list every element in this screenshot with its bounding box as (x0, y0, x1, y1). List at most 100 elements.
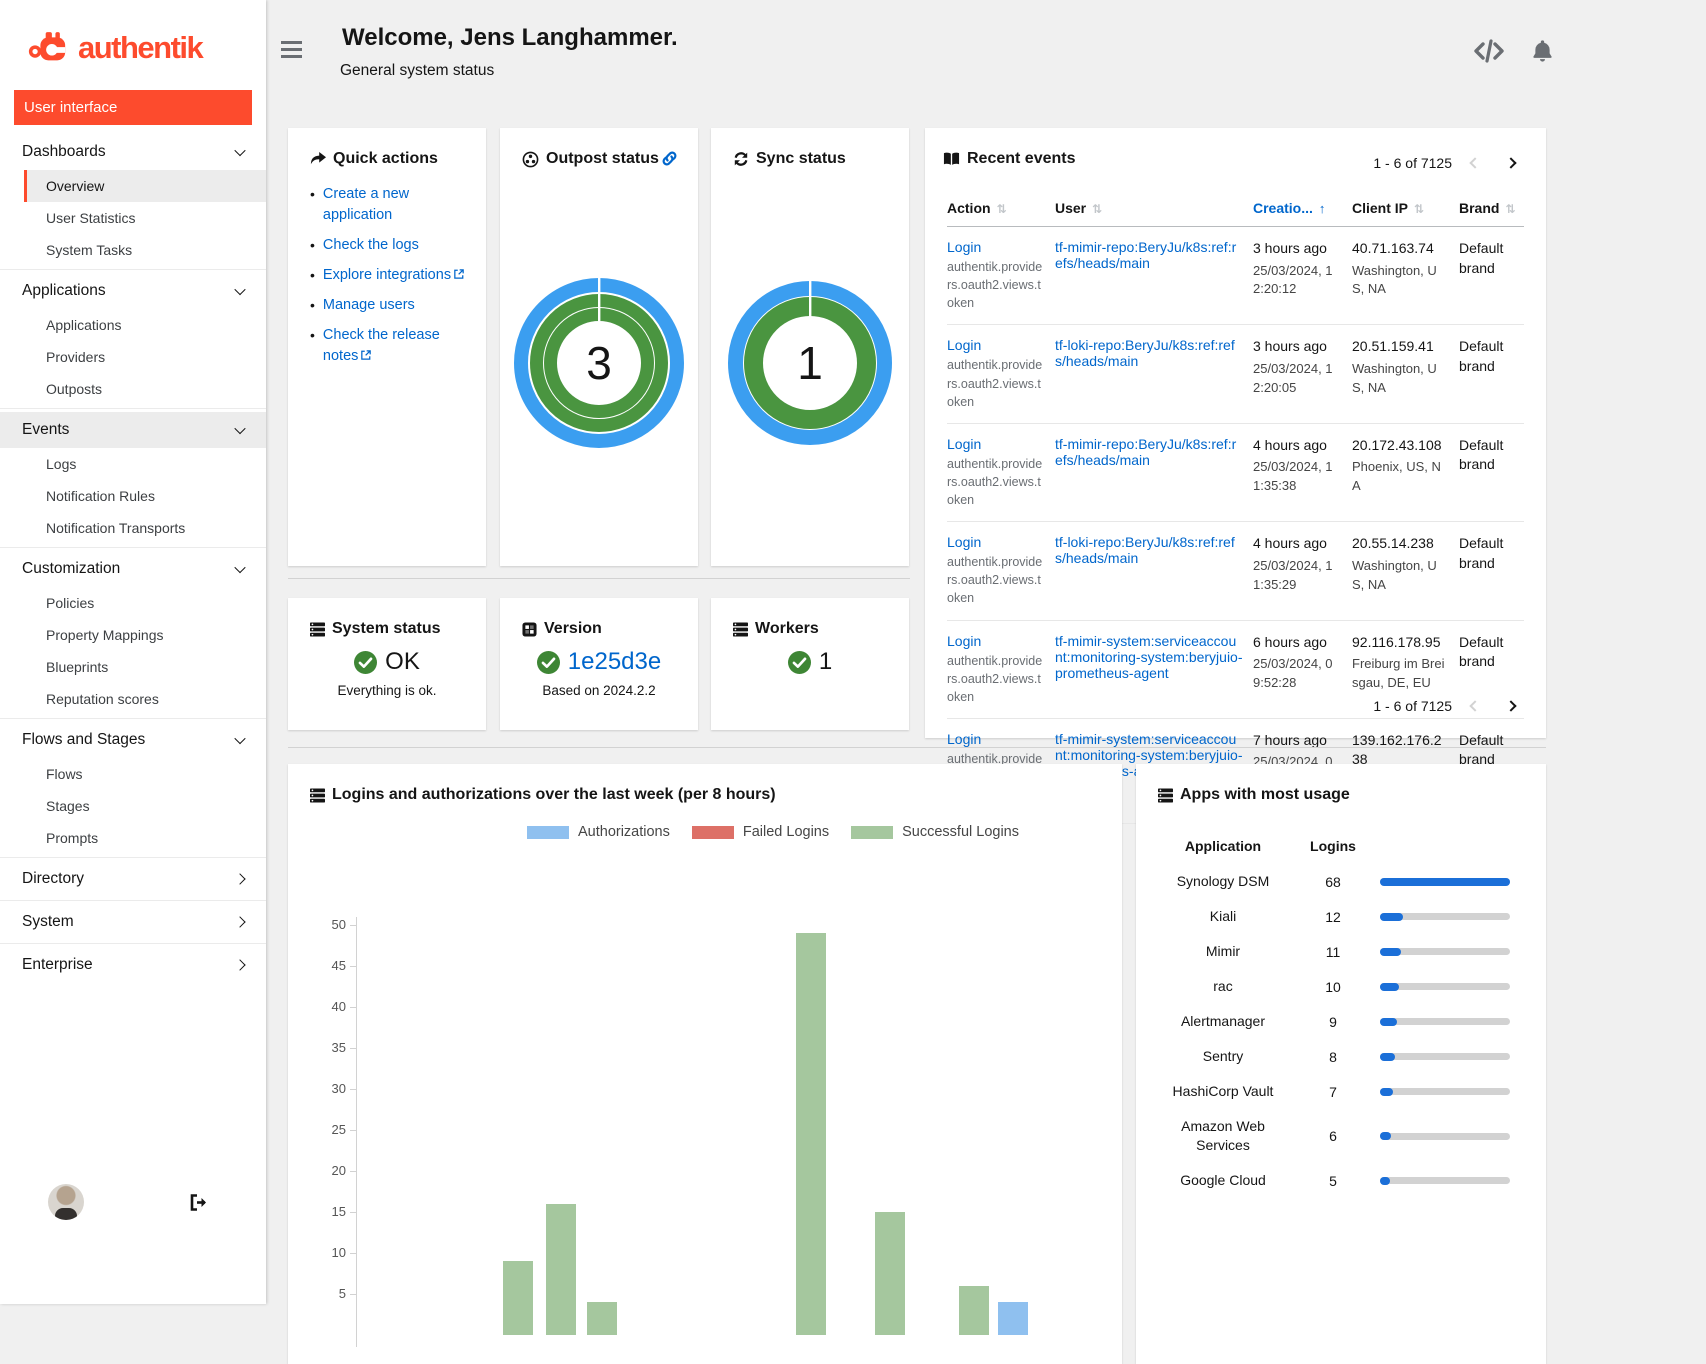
logins-chart-card: Logins and authorizations over the last … (288, 764, 1122, 1364)
version-link[interactable]: 1e25d3e (568, 648, 661, 676)
sidebar-item-providers[interactable]: Providers (0, 341, 266, 373)
event-action-context: authentik.providers.oauth2.views.token (947, 553, 1045, 607)
quick-actions-list: • Create a new application • Check the l… (288, 168, 486, 367)
event-action-link[interactable]: Login (947, 731, 981, 747)
release-notes-link[interactable]: Check the release notes (323, 327, 440, 364)
event-location: Phoenix, US, NA (1352, 458, 1449, 496)
column-header-action[interactable]: Action⇅ (947, 200, 1055, 216)
sidebar-item-system-tasks[interactable]: System Tasks (0, 234, 266, 266)
sidebar-item-overview[interactable]: Overview (24, 170, 266, 202)
bundle-icon (522, 622, 537, 637)
chevron-right-icon (234, 873, 245, 884)
sidebar-section-customization[interactable]: Customization (0, 551, 266, 587)
notifications-bell-icon[interactable] (1533, 40, 1552, 62)
event-user-link[interactable]: tf-mimir-system:serviceaccount:monitorin… (1055, 633, 1243, 681)
usage-bar-fill (1380, 983, 1399, 991)
explore-integrations-link[interactable]: Explore integrations (323, 267, 451, 283)
sidebar-item-logs[interactable]: Logs (0, 448, 266, 480)
chevron-left-icon (1469, 157, 1480, 168)
app-name: Google Cloud (1160, 1171, 1286, 1190)
sidebar-section-events[interactable]: Events (0, 412, 266, 448)
sidebar-section-dashboards[interactable]: Dashboards (0, 134, 266, 170)
y-axis-tick-label: 15 (288, 1204, 346, 1219)
system-status-detail: Everything is ok. (288, 683, 486, 698)
pagination-prev-button[interactable] (1462, 150, 1488, 176)
y-axis-tick-mark (350, 1089, 356, 1090)
event-action-link[interactable]: Login (947, 534, 981, 550)
usage-bar-fill (1380, 1053, 1395, 1061)
y-axis-tick-label: 50 (288, 917, 346, 932)
logins-chart-title: Logins and authorizations over the last … (288, 764, 1122, 804)
system-status-title: System status (288, 598, 486, 638)
sidebar-item-stages[interactable]: Stages (0, 790, 266, 822)
sidebar-toggle-hamburger-icon[interactable] (281, 41, 302, 62)
pagination-prev-button[interactable] (1462, 693, 1488, 719)
version-title: Version (500, 598, 698, 638)
column-header-client-ip[interactable]: Client IP⇅ (1352, 200, 1459, 216)
table-row: Sentry 8 (1160, 1039, 1522, 1074)
y-axis-tick-mark (350, 1007, 356, 1008)
event-user-link[interactable]: tf-loki-repo:BeryJu/k8s:ref:refs/heads/m… (1055, 534, 1235, 566)
sidebar-item-prompts[interactable]: Prompts (0, 822, 266, 854)
logout-icon[interactable] (190, 1194, 208, 1211)
sync-donut-chart: 1 (711, 281, 909, 445)
event-client-ip: 92.116.178.95 (1352, 633, 1449, 653)
list-item: • Manage users (310, 295, 472, 316)
event-brand: Default brand (1459, 633, 1514, 672)
event-user-link[interactable]: tf-loki-repo:BeryJu/k8s:ref:refs/heads/m… (1055, 337, 1235, 369)
outpost-count: 3 (586, 337, 612, 389)
table-row: Google Cloud 5 (1160, 1163, 1522, 1198)
pagination-next-button[interactable] (1498, 150, 1524, 176)
event-user-link[interactable]: tf-mimir-repo:BeryJu/k8s:ref:refs/heads/… (1055, 436, 1236, 468)
sidebar-section-directory[interactable]: Directory (0, 861, 266, 897)
legend-swatch (527, 826, 569, 839)
sort-icon: ⇅ (1092, 202, 1102, 216)
apps-usage-title: Apps with most usage (1136, 764, 1546, 804)
user-interface-button[interactable]: User interface (14, 90, 252, 125)
sidebar-section-enterprise[interactable]: Enterprise (0, 947, 266, 983)
sidebar-item-user-statistics[interactable]: User Statistics (0, 202, 266, 234)
usage-progress-bar (1380, 948, 1510, 955)
y-axis-tick-label: 5 (288, 1286, 346, 1301)
event-user-link[interactable]: tf-mimir-repo:BeryJu/k8s:ref:refs/heads/… (1055, 239, 1236, 271)
workers-card: Workers 1 (711, 598, 909, 730)
sidebar-section-applications[interactable]: Applications (0, 273, 266, 309)
sidebar-item-applications[interactable]: Applications (0, 309, 266, 341)
api-code-icon[interactable] (1474, 38, 1504, 64)
sidebar-item-notification-transports[interactable]: Notification Transports (0, 512, 266, 544)
check-logs-link[interactable]: Check the logs (323, 235, 419, 256)
column-header-user[interactable]: User⇅ (1055, 200, 1253, 216)
sidebar-item-flows[interactable]: Flows (0, 758, 266, 790)
column-header-creation-date[interactable]: Creatio...↑ (1253, 200, 1352, 216)
outposts-link-icon[interactable] (661, 150, 678, 167)
sidebar-item-outposts[interactable]: Outposts (0, 373, 266, 405)
version-detail: Based on 2024.2.2 (500, 683, 698, 698)
column-header-brand[interactable]: Brand⇅ (1459, 200, 1524, 216)
event-location: Washington, US, NA (1352, 262, 1449, 300)
event-action-link[interactable]: Login (947, 436, 981, 452)
create-application-link[interactable]: Create a new application (323, 184, 472, 226)
event-client-ip: 20.172.43.108 (1352, 436, 1449, 456)
sidebar-item-reputation-scores[interactable]: Reputation scores (0, 683, 266, 715)
event-time-absolute: 25/03/2024, 11:35:29 (1253, 557, 1342, 595)
chevron-right-icon (1505, 157, 1516, 168)
event-time-absolute: 25/03/2024, 09:52:28 (1253, 655, 1342, 693)
sidebar-item-policies[interactable]: Policies (0, 587, 266, 619)
manage-users-link[interactable]: Manage users (323, 295, 415, 316)
event-action-link[interactable]: Login (947, 337, 981, 353)
event-action-link[interactable]: Login (947, 239, 981, 255)
event-action-link[interactable]: Login (947, 633, 981, 649)
authentik-logo[interactable]: authentik (0, 0, 266, 70)
quick-actions-card: Quick actions • Create a new application… (288, 128, 486, 566)
sidebar-section-system[interactable]: System (0, 904, 266, 940)
table-row: Loginauthentik.providers.oauth2.views.to… (947, 325, 1524, 423)
chevron-down-icon (234, 423, 245, 434)
sidebar-item-blueprints[interactable]: Blueprints (0, 651, 266, 683)
app-logins: 68 (1296, 874, 1370, 890)
sidebar-item-notification-rules[interactable]: Notification Rules (0, 480, 266, 512)
chart-bar (959, 1286, 989, 1335)
sidebar-section-flows-and-stages[interactable]: Flows and Stages (0, 722, 266, 758)
sidebar-item-property-mappings[interactable]: Property Mappings (0, 619, 266, 651)
pagination-next-button[interactable] (1498, 693, 1524, 719)
avatar[interactable] (48, 1184, 84, 1220)
